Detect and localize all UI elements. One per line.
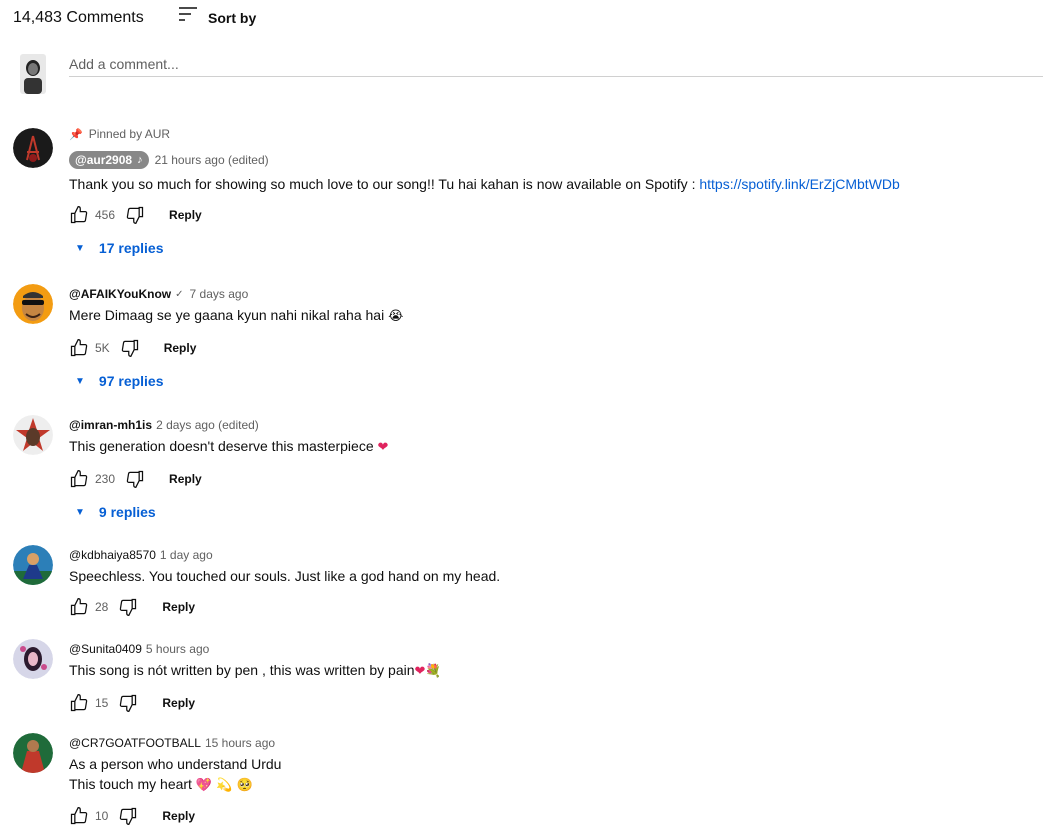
spotify-link[interactable]: https://spotify.link/ErZjCMbtWDb	[699, 176, 899, 192]
verified-icon: ✓	[175, 288, 184, 300]
replies-label: 9 replies	[98, 504, 156, 520]
pinned-text: Pinned by AUR	[88, 127, 171, 141]
comments-header: 14,483 Comments	[13, 6, 144, 30]
comment-text: As a person who understand Urdu This tou…	[69, 754, 1033, 796]
reply-button[interactable]: Reply	[162, 600, 195, 614]
avatar[interactable]	[13, 415, 53, 455]
pinned-label: 📌 Pinned by AUR	[69, 126, 1033, 142]
author-name[interactable]: @Sunita0409	[69, 642, 142, 656]
comment-time[interactable]: 7 days ago	[190, 287, 249, 301]
comment-text-body: This generation doesn't deserve this mas…	[69, 438, 374, 454]
dislike-button[interactable]	[125, 205, 145, 225]
replies-label: 97 replies	[98, 373, 164, 389]
heart-emoji: ❤	[377, 440, 389, 455]
comment-text: Thank you so much for showing so much lo…	[69, 174, 1033, 194]
author-name[interactable]: @CR7GOATFOOTBALL	[69, 736, 201, 750]
thumbs-down-icon	[120, 694, 137, 712]
add-comment-placeholder: Add a comment...	[69, 56, 179, 72]
view-replies-button[interactable]: ▼ 9 replies	[69, 501, 1033, 523]
dislike-button[interactable]	[118, 597, 138, 617]
like-button[interactable]: 5K	[69, 338, 110, 358]
comment-text-body: This song is nót written by pen , this w…	[69, 662, 415, 678]
comment-text-body: Thank you so much for showing so much lo…	[69, 176, 700, 192]
thumbs-up-icon	[70, 807, 88, 825]
author-name[interactable]: @imran-mh1is	[69, 418, 152, 432]
comment-text-body: This touch my heart	[69, 776, 192, 792]
comment-text: Speechless. You touched our souls. Just …	[69, 568, 501, 584]
heart-bouquet-emoji: ❤💐	[414, 664, 442, 679]
sparkle-heart-emoji: 💖 💫 🥺	[195, 778, 253, 793]
thumbs-up-icon	[70, 339, 88, 357]
avatar[interactable]	[13, 639, 53, 679]
comment-time[interactable]: 2 days ago (edited)	[156, 418, 259, 432]
thumbs-up-icon	[70, 470, 88, 488]
add-comment-input[interactable]: Add a comment...	[69, 54, 1043, 77]
thumbs-down-icon	[120, 598, 137, 616]
thumbs-up-icon	[70, 206, 88, 224]
crying-emoji: 😭	[388, 309, 404, 324]
comment-text: This song is nót written by pen , this w…	[69, 660, 1033, 682]
like-count: 230	[95, 472, 116, 486]
dislike-button[interactable]	[118, 806, 138, 826]
thumbs-up-icon	[70, 694, 88, 712]
view-replies-button[interactable]: ▼ 97 replies	[69, 370, 1033, 392]
avatar[interactable]	[13, 284, 53, 324]
comment-text-body: Mere Dimaag se ye gaana kyun nahi nikal …	[69, 307, 385, 323]
like-count: 5K	[95, 341, 110, 355]
author-label: @aur2908	[75, 153, 133, 167]
comment-time[interactable]: 15 hours ago	[205, 736, 275, 750]
thumbs-down-icon	[126, 206, 144, 224]
comment-text: Mere Dimaag se ye gaana kyun nahi nikal …	[69, 305, 1033, 327]
thumbs-down-icon	[126, 470, 144, 488]
chevron-down-icon: ▼	[75, 242, 85, 254]
replies-label: 17 replies	[98, 240, 164, 256]
comment-text-line-2: This touch my heart 💖 💫 🥺	[69, 774, 1033, 796]
reply-button[interactable]: Reply	[162, 696, 195, 710]
chevron-down-icon: ▼	[75, 506, 85, 518]
like-button[interactable]: 10	[69, 806, 108, 826]
like-count: 15	[95, 696, 109, 710]
like-count: 456	[95, 208, 116, 222]
avatar[interactable]	[13, 545, 53, 585]
thumbs-up-icon	[70, 598, 88, 616]
dislike-button[interactable]	[120, 338, 140, 358]
author-name[interactable]: @kdbhaiya8570	[69, 548, 156, 562]
reply-button[interactable]: Reply	[164, 341, 197, 355]
dislike-button[interactable]	[125, 469, 145, 489]
author-name[interactable]: @aur2908 ♪	[69, 151, 149, 169]
music-note-icon: ♪	[137, 154, 143, 166]
thumbs-down-icon	[120, 807, 137, 825]
add-comment-row: Add a comment...	[0, 50, 1043, 100]
comment-text: This generation doesn't deserve this mas…	[69, 436, 1033, 458]
like-count: 10	[95, 809, 109, 823]
sort-label: Sort by	[208, 9, 257, 26]
like-button[interactable]: 456	[69, 205, 115, 225]
sort-button[interactable]: Sort by	[177, 4, 256, 31]
reply-button[interactable]: Reply	[162, 809, 195, 823]
like-count: 28	[95, 600, 109, 614]
like-button[interactable]: 230	[69, 469, 115, 489]
comment-time[interactable]: 5 hours ago	[146, 642, 209, 656]
reply-button[interactable]: Reply	[169, 208, 202, 222]
avatar[interactable]	[13, 128, 53, 168]
sort-icon	[177, 4, 199, 31]
chevron-down-icon: ▼	[75, 375, 85, 387]
avatar	[20, 54, 46, 94]
dislike-button[interactable]	[118, 693, 138, 713]
view-replies-button[interactable]: ▼ 17 replies	[69, 237, 1033, 259]
comment-time[interactable]: 1 day ago	[160, 548, 213, 562]
comment-text-line-1: As a person who understand Urdu	[69, 756, 282, 772]
like-button[interactable]: 15	[69, 693, 108, 713]
avatar[interactable]	[13, 733, 53, 773]
comment-time[interactable]: 21 hours ago (edited)	[155, 153, 269, 167]
thumbs-down-icon	[121, 339, 138, 357]
like-button[interactable]: 28	[69, 597, 108, 617]
author-name[interactable]: @AFAIKYouKnow	[69, 287, 171, 301]
reply-button[interactable]: Reply	[169, 472, 202, 486]
comment-count: 14,483 Comments	[13, 9, 144, 26]
pin-icon: 📌	[69, 128, 83, 141]
